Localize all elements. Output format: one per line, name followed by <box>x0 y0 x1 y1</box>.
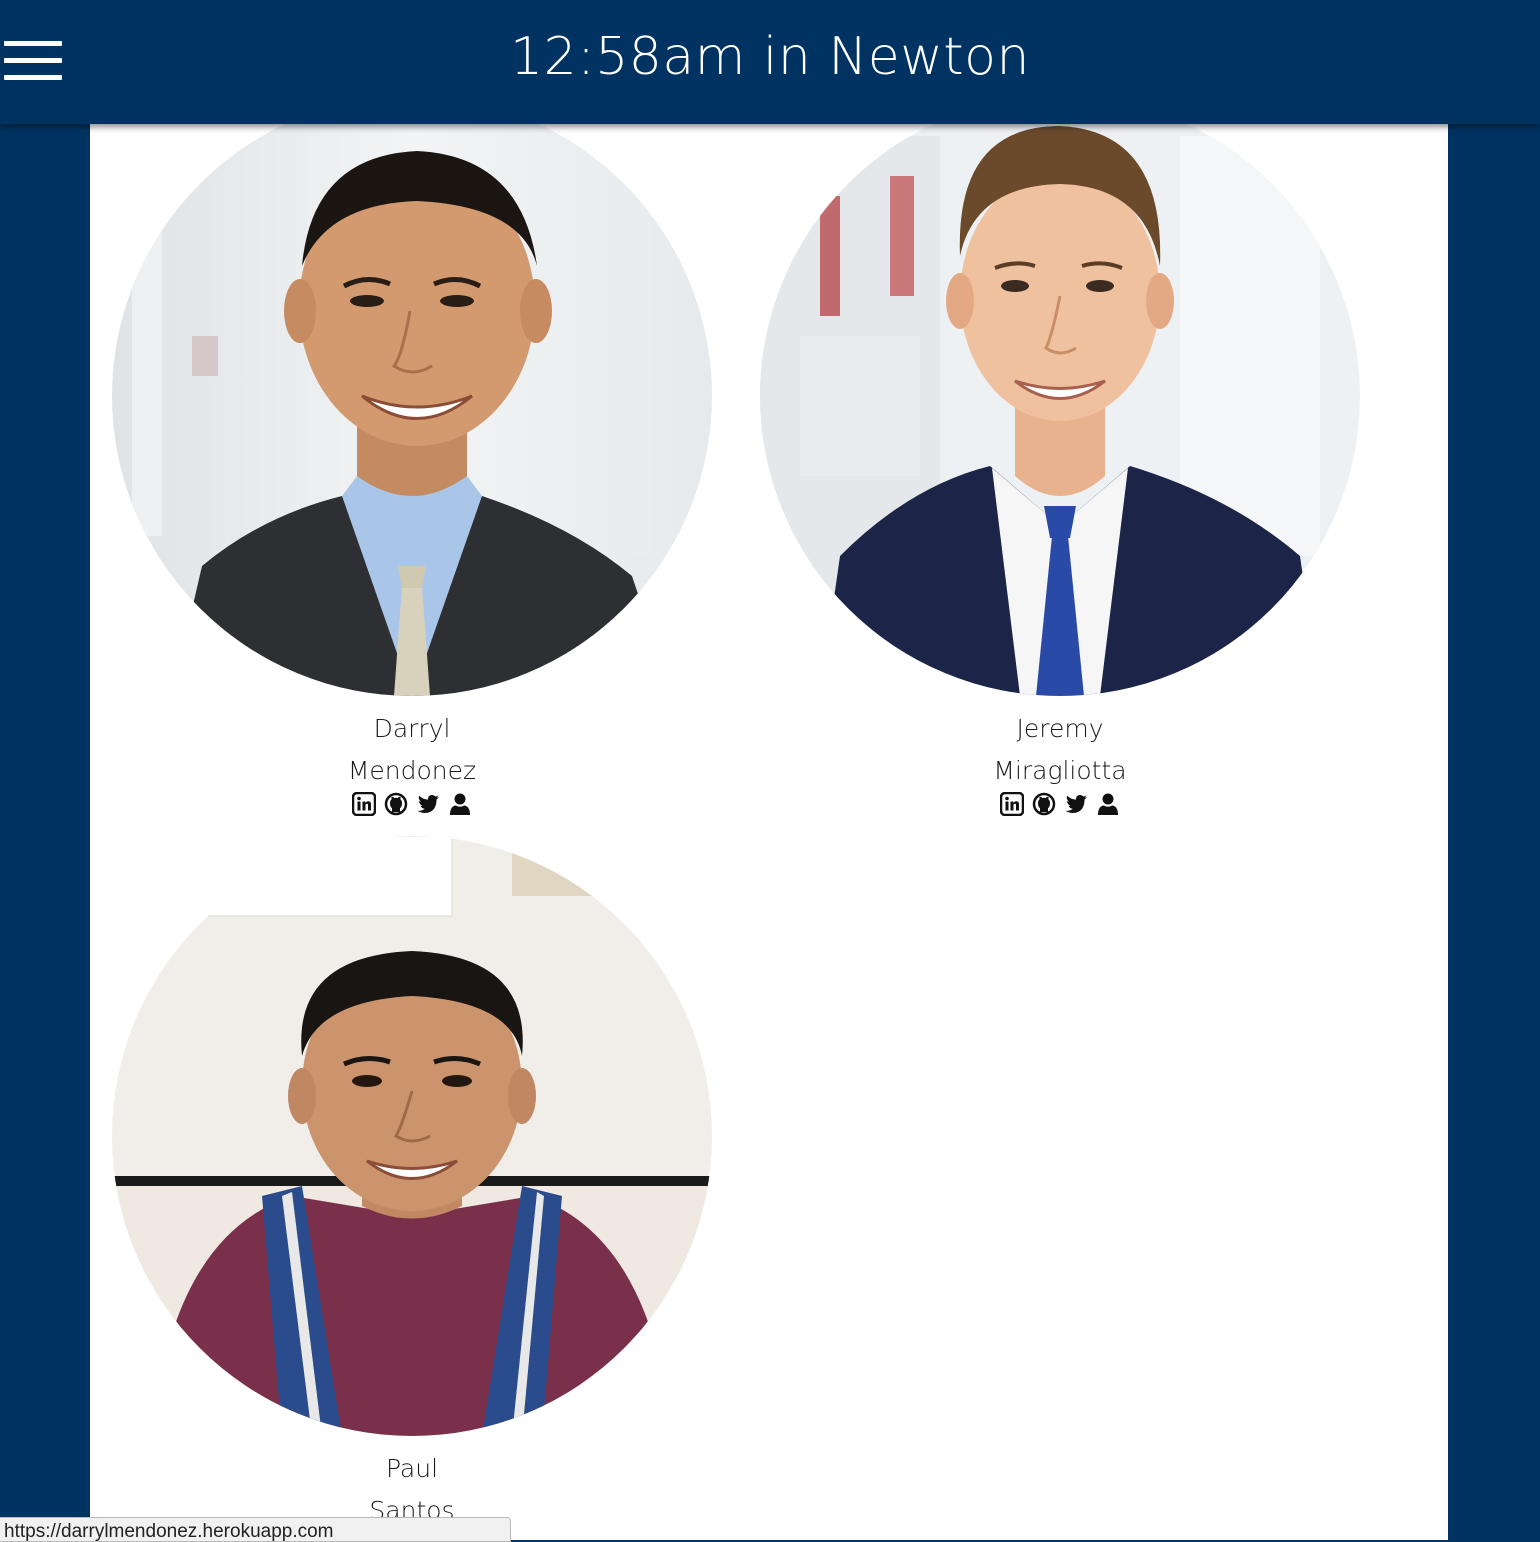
twitter-icon[interactable] <box>1064 792 1088 816</box>
linkedin-icon[interactable] <box>352 792 376 816</box>
team-member-card: Jeremy Miragliotta <box>760 96 1360 816</box>
user-profile-icon[interactable] <box>448 792 472 816</box>
social-links <box>112 792 712 816</box>
team-member-card: Paul Santos <box>112 836 712 1532</box>
first-name: Paul <box>385 1454 439 1483</box>
team-member-photo <box>112 96 712 696</box>
user-profile-icon[interactable] <box>1096 792 1120 816</box>
github-icon[interactable] <box>1032 792 1056 816</box>
team-member-photo <box>760 96 1360 696</box>
last-name: Mendonez <box>347 756 477 785</box>
linkedin-icon[interactable] <box>1000 792 1024 816</box>
link-preview-statusbar: https://darrylmendonez.herokuapp.com <box>0 1517 511 1542</box>
github-icon[interactable] <box>384 792 408 816</box>
team-panel: Darryl Mendonez Jeremy Miragliotta Paul … <box>90 0 1448 1540</box>
twitter-icon[interactable] <box>416 792 440 816</box>
first-name: Darryl <box>373 714 451 743</box>
first-name: Jeremy <box>1016 714 1104 743</box>
team-member-name: Jeremy Miragliotta <box>760 708 1360 792</box>
page-title: 12:58am in Newton <box>510 27 1030 87</box>
top-header: 12:58am in Newton <box>0 0 1540 124</box>
team-member-card: Darryl Mendonez <box>112 96 712 816</box>
team-member-name: Darryl Mendonez <box>112 708 712 792</box>
social-links <box>760 792 1360 816</box>
team-member-photo <box>112 836 712 1436</box>
last-name: Miragliotta <box>993 756 1127 785</box>
